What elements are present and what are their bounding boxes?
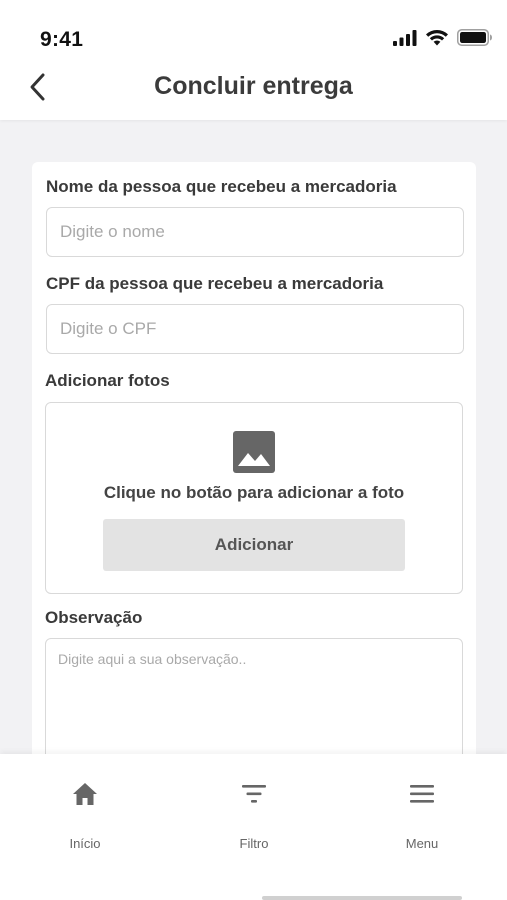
photo-hint-text: Clique no botão para adicionar a foto xyxy=(103,483,405,502)
top-bar: 9:41 Concluir entrega xyxy=(0,0,507,120)
status-icons xyxy=(393,29,493,46)
add-photo-button[interactable]: Adicionar xyxy=(103,519,405,571)
wifi-icon xyxy=(426,30,448,46)
home-indicator xyxy=(262,896,462,900)
photo-upload-area: Clique no botão para adicionar a foto Ad… xyxy=(45,402,463,594)
receiver-name-label: Nome da pessoa que recebeu a mercadoria xyxy=(46,177,397,196)
filter-icon xyxy=(242,785,266,803)
delivery-completion-screen: 9:41 Concluir entrega Nome da pessoa que… xyxy=(0,0,507,900)
home-icon xyxy=(73,783,97,805)
nav-label-filter: Filtro xyxy=(239,836,269,851)
add-photos-label: Adicionar fotos xyxy=(45,371,170,390)
delivery-form-card: Nome da pessoa que recebeu a mercadoria … xyxy=(32,162,476,788)
signal-icon xyxy=(393,29,417,46)
bottom-navigation: Início Filtro Menu xyxy=(0,754,507,900)
page-title: Concluir entrega xyxy=(154,72,353,100)
receiver-cpf-input[interactable] xyxy=(46,304,464,354)
image-icon xyxy=(233,431,275,473)
nav-item-menu[interactable]: Menu xyxy=(362,780,482,860)
battery-icon xyxy=(457,29,492,46)
nav-item-home[interactable]: Início xyxy=(25,780,145,860)
nav-label-menu: Menu xyxy=(405,836,439,851)
menu-icon xyxy=(410,785,434,803)
nav-item-filter[interactable]: Filtro xyxy=(194,780,314,860)
receiver-name-input[interactable] xyxy=(46,207,464,257)
receiver-cpf-label: CPF da pessoa que recebeu a mercadoria xyxy=(46,274,384,293)
nav-label-home: Início xyxy=(69,836,101,851)
status-time: 9:41 xyxy=(40,28,84,51)
observation-label: Observação xyxy=(45,608,143,627)
